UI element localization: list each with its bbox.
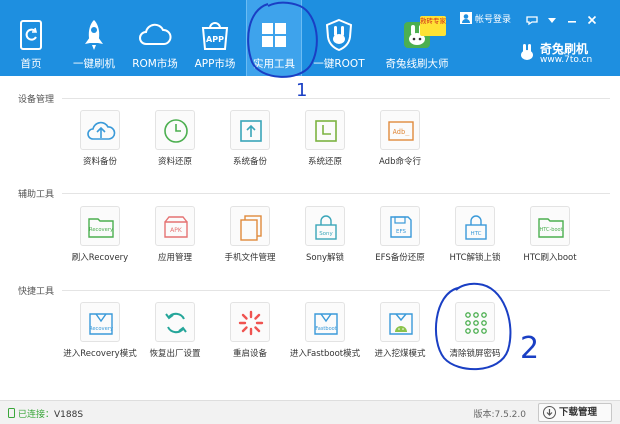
app-bag-badge: APP [206, 35, 224, 44]
clock-icon [164, 119, 188, 143]
efs-badge: EFS [396, 229, 407, 235]
account-login-label: 帐号登录 [475, 15, 512, 25]
tool-label: 清除锁屏密码 [449, 349, 501, 359]
tool-htc-flash-boot[interactable]: HTC-boot HTC刷入boot [510, 206, 590, 272]
account-login-link[interactable]: 帐号登录 [460, 11, 520, 29]
htc-badge: HTC [470, 231, 481, 237]
nav-line-flash-master-label: 奇兔线刷大师 [385, 58, 449, 70]
fastboot-mode-icon: Fastboot [314, 313, 338, 335]
nav-one-click-root-label: 一键ROOT [313, 58, 365, 70]
recovery-badge: Recovery [89, 227, 113, 233]
refresh-icon [165, 312, 187, 334]
tool-label: HTC刷入boot [523, 253, 577, 263]
nav-one-click-root[interactable]: 一键ROOT [306, 0, 372, 76]
adb-badge: Adb_ [393, 128, 411, 136]
rabbit-shield-icon [325, 18, 353, 52]
htc-lock-icon: HTC [465, 215, 487, 240]
nav-one-click-flash-label: 一键刷机 [73, 58, 115, 70]
section-divider [62, 193, 610, 194]
restore-clock-icon [315, 120, 337, 142]
feedback-icon[interactable] [524, 11, 540, 29]
android-download-icon [389, 313, 413, 335]
sony-lock-icon: Sony [315, 215, 337, 240]
device-name: V188S [54, 410, 84, 420]
fastboot-badge: Fastboot [315, 326, 336, 332]
htc-boot-badge: HTC-boot [539, 227, 562, 233]
nav-home[interactable]: 首页 [0, 0, 62, 76]
nav-one-click-flash[interactable]: 一键刷机 [62, 0, 126, 76]
brand-logo: 奇兔刷机 www.7to.cn [518, 40, 608, 70]
connection-status: 已连接：V188S [8, 407, 83, 420]
files-icon [240, 215, 262, 241]
section-divider [62, 98, 610, 99]
nav-utility-tools-label: 实用工具 [253, 58, 295, 70]
home-icon [20, 20, 42, 50]
recovery-mode-badge: Recovery [89, 326, 113, 332]
status-bar: 已连接：V188S 版本:7.5.2.0 下载管理 [0, 400, 620, 424]
nav-rom-market[interactable]: ROM市场 [126, 0, 184, 76]
nav-line-flash-master[interactable]: 救砖专家 奇兔线刷大师 [376, 0, 458, 76]
rocket-icon [85, 20, 103, 50]
grid-icon [262, 23, 286, 47]
nav-home-label: 首页 [20, 58, 42, 70]
folder-recovery-icon: Recovery [88, 218, 114, 238]
apk-box-icon: APK [164, 216, 188, 238]
user-avatar-icon [460, 12, 472, 24]
nav-rom-market-label: ROM市场 [132, 58, 178, 70]
window-controls: 帐号登录 [454, 11, 614, 29]
nav-app-market[interactable]: APP APP市场 [186, 0, 244, 76]
download-icon [543, 406, 556, 419]
version-text: 版本:7.5.2.0 [473, 410, 526, 420]
download-manager-label: 下载管理 [559, 407, 598, 418]
phone-icon [8, 408, 15, 418]
minimize-icon[interactable] [564, 11, 580, 29]
section-title-quick-tools: 快捷工具 [18, 287, 55, 297]
nav-utility-tools[interactable]: 实用工具 [246, 0, 302, 76]
loading-spinner-icon [238, 310, 264, 336]
section-title-device-management: 设备管理 [18, 95, 55, 105]
tool-adb-command[interactable]: Adb_ Adb命令行 [360, 110, 440, 176]
close-icon[interactable] [584, 11, 600, 29]
recovery-mode-icon: Recovery [89, 313, 113, 335]
cloud-upload-icon [87, 121, 116, 140]
tool-label: Adb命令行 [379, 157, 421, 167]
efs-disk-icon: EFS [390, 216, 412, 238]
brand-url: www.7to.cn [540, 55, 593, 65]
rescue-expert-badge: 救砖专家 [420, 16, 446, 36]
app-bag-icon: APP [201, 22, 229, 50]
htc-boot-folder-icon: HTC-boot [538, 218, 564, 238]
upload-box-icon [240, 120, 262, 142]
rabbit-logo-icon [521, 44, 533, 60]
section-divider [62, 290, 610, 291]
menu-dropdown-icon[interactable] [544, 11, 560, 29]
apk-badge: APK [170, 227, 183, 234]
nav-app-market-label: APP市场 [194, 58, 236, 70]
tool-clear-lock-password[interactable]: 清除锁屏密码 [435, 302, 515, 368]
terminal-icon: Adb_ [388, 121, 414, 141]
annotation-number-1: 1 [296, 80, 307, 100]
connected-label: 已连接： [18, 410, 55, 420]
sony-badge: Sony [319, 231, 333, 237]
top-nav-bar: 首页 一键刷机 ROM市场 APP APP市场 实用工具 一键ROOT 救砖专家… [0, 0, 620, 76]
pattern-lock-icon [465, 312, 487, 334]
section-title-auxiliary-tools: 辅助工具 [18, 190, 55, 200]
download-manager-button[interactable]: 下载管理 [538, 403, 612, 422]
cloud-icon [139, 23, 172, 45]
